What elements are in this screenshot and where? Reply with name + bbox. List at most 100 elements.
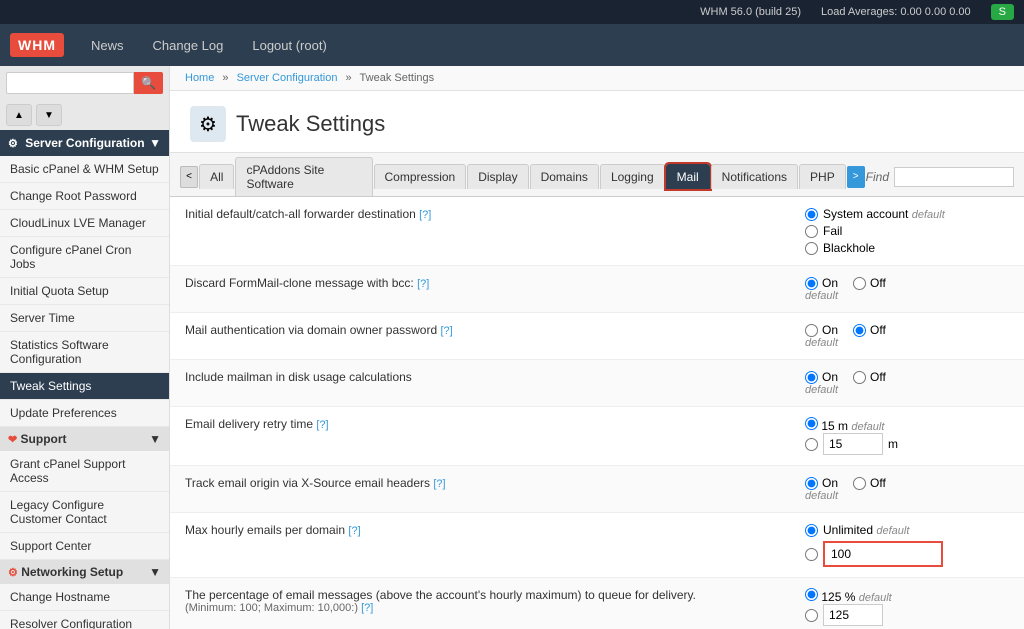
radio-off-mailauth[interactable]: [853, 324, 866, 337]
radio-percent-custom[interactable]: [805, 609, 818, 622]
tab-mail[interactable]: Mail: [666, 164, 710, 189]
setting-control-mailman: On Off default: [790, 360, 1024, 406]
sidebar-item-grant-cpanel-support[interactable]: Grant cPanel Support Access: [0, 451, 169, 492]
radio-retry-custom[interactable]: [805, 438, 818, 451]
help-percent[interactable]: [?]: [361, 602, 373, 614]
load-averages: Load Averages: 0.00 0.00 0.00: [821, 6, 971, 18]
percent-default-row: 125 % default: [805, 588, 1009, 604]
nav-news[interactable]: News: [79, 32, 136, 59]
chevron-down-icon-networking: ▼: [149, 565, 161, 579]
sidebar-item-server-time[interactable]: Server Time: [0, 305, 169, 332]
radio-off-formmail[interactable]: [853, 277, 866, 290]
nav-logout[interactable]: Logout (root): [240, 32, 338, 59]
sidebar-item-legacy-configure[interactable]: Legacy Configure Customer Contact: [0, 492, 169, 533]
help-forwarder[interactable]: [?]: [419, 209, 431, 221]
help-maxhourly[interactable]: [?]: [348, 525, 360, 537]
tab-all[interactable]: All: [199, 164, 234, 189]
radio-custom-maxhourly-input[interactable]: [805, 548, 818, 561]
radio-system-account-label: System account default: [823, 207, 945, 221]
setting-control-forwarder: System account default Fail Blackhole: [790, 197, 1024, 265]
radio-off-xsource[interactable]: [853, 477, 866, 490]
unlimited-group-maxhourly: Unlimited default: [805, 523, 1009, 567]
sidebar-item-configure-cron[interactable]: Configure cPanel Cron Jobs: [0, 237, 169, 278]
sidebar-search-input[interactable]: [6, 72, 134, 94]
settings-row-forwarder: Initial default/catch-all forwarder dest…: [170, 197, 1024, 266]
settings-list: Initial default/catch-all forwarder dest…: [170, 197, 1024, 629]
sidebar-section-support[interactable]: ❤ Support ▼: [0, 427, 169, 451]
breadcrumb-sep1: »: [222, 72, 228, 84]
percent-sublabel: (Minimum: 100; Maximum: 10,000:) [?]: [185, 602, 775, 614]
tabs-search: Find: [866, 167, 1014, 187]
sidebar-item-statistics-software[interactable]: Statistics Software Configuration: [0, 332, 169, 373]
tab-compression[interactable]: Compression: [374, 164, 467, 189]
tab-notifications[interactable]: Notifications: [711, 164, 798, 189]
breadcrumb-current: Tweak Settings: [360, 72, 435, 84]
radio-on-mailman[interactable]: [805, 371, 818, 384]
on-formmail: On: [805, 276, 838, 290]
sidebar-search-button[interactable]: 🔍: [134, 72, 163, 94]
radio-group-forwarder: System account default Fail Blackhole: [805, 207, 1009, 255]
sidebar-item-cloudlinux[interactable]: CloudLinux LVE Manager: [0, 210, 169, 237]
settings-row-percent: The percentage of email messages (above …: [170, 578, 1024, 629]
radio-on-formmail[interactable]: [805, 277, 818, 290]
breadcrumb-home[interactable]: Home: [185, 72, 214, 84]
maxhourly-custom-group: [805, 541, 1009, 567]
tab-logging[interactable]: Logging: [600, 164, 665, 189]
sidebar-item-initial-quota[interactable]: Initial Quota Setup: [0, 278, 169, 305]
radio-system-account-input[interactable]: [805, 208, 818, 221]
radio-retry-default[interactable]: [805, 417, 818, 430]
help-formmail[interactable]: [?]: [417, 278, 429, 290]
setting-control-retry: 15 m default m: [790, 407, 1024, 465]
sidebar-item-resolver-config[interactable]: Resolver Configuration: [0, 611, 169, 629]
tab-cpaddons[interactable]: cPAddons Site Software: [235, 157, 372, 196]
tab-domains[interactable]: Domains: [530, 164, 599, 189]
retry-time-input[interactable]: [823, 433, 883, 455]
sidebar-item-tweak-settings[interactable]: Tweak Settings: [0, 373, 169, 400]
sidebar-item-update-preferences[interactable]: Update Preferences: [0, 400, 169, 427]
tab-display[interactable]: Display: [467, 164, 528, 189]
sidebar-item-support-center[interactable]: Support Center: [0, 533, 169, 560]
nav-changelog[interactable]: Change Log: [141, 32, 236, 59]
sidebar-section-networking[interactable]: ⚙ Networking Setup ▼: [0, 560, 169, 584]
radio-unlimited-maxhourly-input[interactable]: [805, 524, 818, 537]
setting-control-formmail: On Off default: [790, 266, 1024, 312]
percent-input[interactable]: [823, 604, 883, 626]
tab-php[interactable]: PHP: [799, 164, 846, 189]
sidebar-item-basic-cpanel[interactable]: Basic cPanel & WHM Setup: [0, 156, 169, 183]
on-xsource: On: [805, 476, 838, 490]
off-mailauth: Off: [853, 323, 886, 337]
help-xsource[interactable]: [?]: [433, 478, 445, 490]
settings-row-maxhourly: Max hourly emails per domain [?] Unlimit…: [170, 513, 1024, 578]
radio-percent-default[interactable]: [805, 588, 818, 601]
radio-blackhole-label: Blackhole: [823, 241, 875, 255]
breadcrumb-server-config[interactable]: Server Configuration: [237, 72, 338, 84]
on-xsource-label: On: [822, 476, 838, 490]
off-formmail: Off: [853, 276, 886, 290]
help-mailauth[interactable]: [?]: [440, 325, 452, 337]
radio-on-xsource[interactable]: [805, 477, 818, 490]
sidebar-item-change-root[interactable]: Change Root Password: [0, 183, 169, 210]
sidebar-item-change-hostname[interactable]: Change Hostname: [0, 584, 169, 611]
setting-label-formmail: Discard FormMail-clone message with bcc:…: [170, 266, 790, 300]
setting-label-xsource: Track email origin via X-Source email he…: [170, 466, 790, 500]
off-mailauth-label: Off: [870, 323, 886, 337]
off-xsource-label: Off: [870, 476, 886, 490]
find-input[interactable]: [894, 167, 1014, 187]
setting-label-retry: Email delivery retry time [?]: [170, 407, 790, 441]
sidebar-forward-button[interactable]: ▼: [36, 104, 62, 126]
setting-label-percent: The percentage of email messages (above …: [170, 578, 790, 624]
radio-off-mailman[interactable]: [853, 371, 866, 384]
sidebar-back-button[interactable]: ▲: [6, 104, 32, 126]
setting-label-forwarder: Initial default/catch-all forwarder dest…: [170, 197, 790, 231]
tab-prev-button[interactable]: <: [180, 166, 198, 188]
radio-unlimited-maxhourly: Unlimited default: [805, 523, 1009, 537]
radio-blackhole-input[interactable]: [805, 242, 818, 255]
radio-fail-input[interactable]: [805, 225, 818, 238]
on-mailauth-label: On: [822, 323, 838, 337]
networking-icon: ⚙: [8, 567, 18, 579]
radio-on-mailauth[interactable]: [805, 324, 818, 337]
tab-next-button[interactable]: >: [847, 166, 865, 188]
maxhourly-input[interactable]: [823, 541, 943, 567]
sidebar-section-server-config[interactable]: ⚙ Server Configuration ▼: [0, 130, 169, 156]
help-retry[interactable]: [?]: [316, 419, 328, 431]
